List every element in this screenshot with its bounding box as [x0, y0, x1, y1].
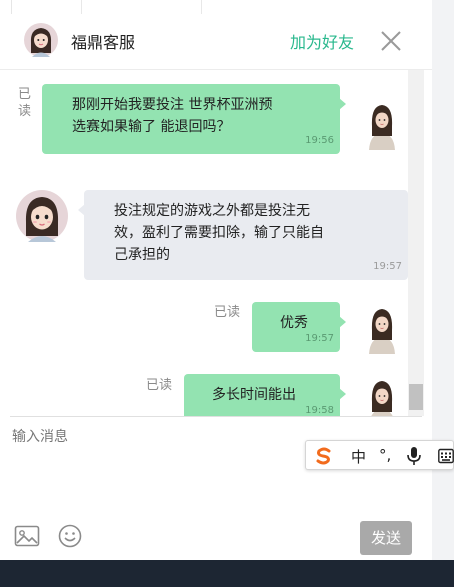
message-bubble-received[interactable]: 投注规定的游戏之外都是投注无 效，盈利了需要扣除，输了只能自 己承担的 19:5… [78, 190, 408, 280]
message-time: 19:57 [305, 333, 334, 344]
message-scrollbar-track[interactable] [408, 70, 424, 416]
microphone-icon[interactable] [406, 446, 422, 466]
ime-punctuation[interactable]: °, [379, 446, 391, 464]
message-bubble-sent[interactable]: 那刚开始我要投注 世界杯亚洲预 选赛如果输了 能退回吗？ 19:56 [42, 84, 346, 154]
send-button[interactable]: 发送 [360, 521, 412, 555]
message-text-line: 效，盈利了需要扣除，输了只能自 [114, 225, 324, 241]
message-time: 19:56 [305, 135, 334, 146]
read-status: 已读 [146, 378, 173, 393]
read-status: 已读 [18, 87, 32, 119]
contact-avatar-small[interactable] [16, 190, 68, 242]
composer-divider [10, 416, 422, 417]
read-status: 已读 [214, 305, 241, 320]
taskbar [0, 560, 454, 587]
message-bubble-sent[interactable]: 优秀 19:57 [252, 302, 346, 352]
message-text-line: 那刚开始我要投注 世界杯亚洲预 [72, 97, 273, 113]
message-text-line: 投注规定的游戏之外都是投注无 [114, 203, 310, 219]
message-input[interactable]: 输入消息 [12, 426, 68, 446]
add-friend-link[interactable]: 加为好友 [290, 29, 354, 53]
keyboard-icon[interactable] [438, 448, 454, 464]
message-text-line: 选赛如果输了 能退回吗？ [72, 119, 231, 135]
message-time: 19:57 [373, 261, 402, 272]
message-text-line: 己承担的 [114, 247, 170, 263]
chat-window: 福鼎客服 加为好友 已读 那刚开始我要投注 世界杯亚洲预 选赛如果输了 能退回吗… [0, 14, 432, 560]
my-avatar[interactable] [362, 100, 402, 150]
my-avatar[interactable] [362, 376, 402, 416]
background-app-pane [432, 0, 454, 587]
emoji-icon[interactable] [58, 524, 82, 548]
background-app-top [12, 0, 432, 14]
sogou-s-icon[interactable] [314, 446, 334, 466]
ime-toolbar: 中 °, [305, 440, 454, 470]
my-avatar[interactable] [362, 304, 402, 354]
close-icon[interactable] [378, 28, 404, 54]
contact-name: 福鼎客服 [71, 33, 136, 52]
ime-mode[interactable]: 中 [351, 446, 366, 467]
contact-avatar[interactable] [24, 23, 58, 57]
chat-header: 福鼎客服 加为好友 [0, 14, 432, 70]
image-icon[interactable] [14, 525, 40, 547]
message-time: 19:58 [305, 405, 334, 416]
message-scrollbar-thumb[interactable] [409, 384, 423, 410]
message-bubble-sent[interactable]: 多长时间能出 19:58 [184, 374, 346, 416]
message-list[interactable]: 已读 那刚开始我要投注 世界杯亚洲预 选赛如果输了 能退回吗？ 19:56 投注… [0, 70, 432, 416]
